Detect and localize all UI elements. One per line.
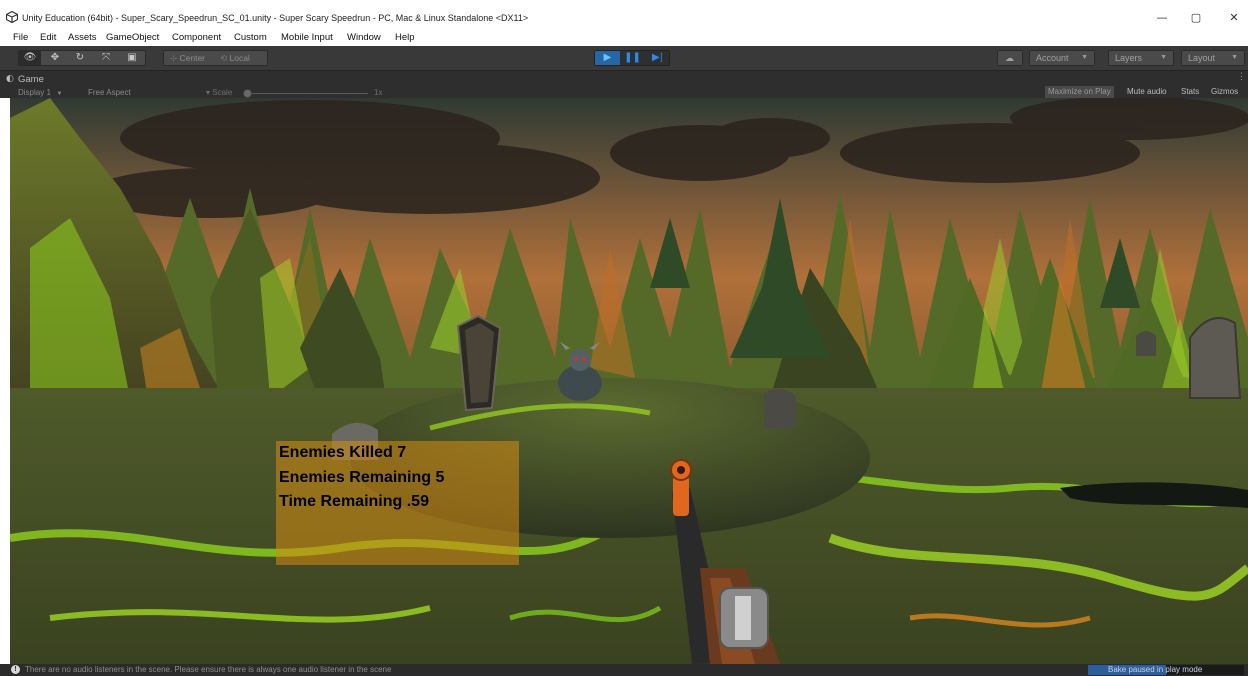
- menu-assets[interactable]: Assets: [68, 32, 97, 44]
- chevron-down-icon: ▼: [53, 91, 63, 97]
- main-toolbar: 👁 ✥ ↻ ⤧ ▣ ⊹ Center ⟲ Local ▶ ❚❚ ▶| ☁ Acc…: [0, 46, 1248, 71]
- cloud-icon: ☁: [1005, 53, 1014, 63]
- view-tool-icon[interactable]: 👁: [19, 51, 41, 65]
- stats-toggle[interactable]: Stats: [1181, 86, 1199, 98]
- close-button[interactable]: ✕: [1224, 10, 1244, 26]
- gizmos-dropdown[interactable]: Gizmos: [1211, 86, 1238, 98]
- console-message[interactable]: There are no audio listeners in the scen…: [25, 665, 391, 674]
- info-icon: !: [11, 665, 20, 674]
- cloud-button[interactable]: ☁: [997, 50, 1023, 66]
- bake-progress[interactable]: Bake paused in play mode: [1088, 665, 1244, 675]
- window-title: Unity Education (64bit) - Super_Scary_Sp…: [22, 13, 529, 23]
- status-bar: ! There are no audio listeners in the sc…: [0, 664, 1248, 676]
- unity-logo-icon: [6, 11, 18, 23]
- minimize-button[interactable]: —: [1152, 10, 1172, 26]
- aspect-label: Free Aspect: [88, 88, 131, 97]
- pivot-center-toggle[interactable]: ⊹ Center: [170, 51, 205, 65]
- game-scene: [10, 98, 1248, 664]
- maximize-on-play-toggle[interactable]: Maximize on Play: [1045, 86, 1114, 98]
- account-dropdown[interactable]: Account ▼: [1029, 50, 1095, 66]
- layout-dropdown[interactable]: Layout ▼: [1181, 50, 1245, 66]
- menu-edit[interactable]: Edit: [40, 32, 56, 44]
- menu-gameobject[interactable]: GameObject: [106, 32, 159, 44]
- pivot-local-toggle[interactable]: ⟲ Local: [220, 51, 250, 65]
- window-titlebar: Unity Education (64bit) - Super_Scary_Sp…: [0, 0, 1248, 32]
- layers-label: Layers: [1115, 53, 1143, 63]
- game-tab-icon: ◐: [6, 74, 14, 84]
- pivot-toggles: ⊹ Center ⟲ Local: [163, 50, 268, 66]
- pivot-local-label: Local: [229, 53, 250, 63]
- menu-bar: File Edit Assets GameObject Component Cu…: [0, 32, 1248, 46]
- chevron-down-icon: ▼: [1081, 54, 1088, 61]
- scale-slider-track[interactable]: [252, 93, 368, 94]
- scale-slider-handle[interactable]: [243, 89, 252, 98]
- menu-mobile-input[interactable]: Mobile Input: [281, 32, 333, 44]
- rect-tool-icon[interactable]: ▣: [121, 51, 143, 65]
- coffin: [456, 314, 502, 412]
- step-button-icon[interactable]: ▶|: [645, 51, 670, 65]
- scale-label-group: ▾ Scale: [206, 88, 232, 98]
- enemies-remaining-text: Enemies Remaining 5: [279, 469, 445, 486]
- chevron-down-icon: ▼: [1160, 54, 1167, 61]
- play-button-icon[interactable]: ▶: [595, 51, 620, 65]
- pivot-icon: ⊹: [170, 53, 178, 63]
- time-remaining-text: Time Remaining .59: [279, 493, 429, 510]
- scale-label: Scale: [212, 88, 233, 97]
- display-label: Display 1: [18, 88, 51, 97]
- layers-dropdown[interactable]: Layers ▼: [1108, 50, 1174, 66]
- maximize-button[interactable]: ▢: [1186, 10, 1206, 26]
- menu-file[interactable]: File: [13, 32, 28, 44]
- tab-options-icon[interactable]: ⋮: [1237, 71, 1246, 82]
- mute-audio-toggle[interactable]: Mute audio: [1127, 86, 1167, 98]
- scale-value: 1x: [374, 88, 383, 97]
- account-label: Account: [1036, 53, 1069, 63]
- pivot-center-label: Center: [179, 53, 206, 63]
- game-viewport[interactable]: [10, 98, 1248, 664]
- enemies-killed-text: Enemies Killed 7: [279, 444, 407, 461]
- rotate-tool-icon[interactable]: ↻: [69, 51, 91, 65]
- hud-panel: Enemies Killed 7 Enemies Remaining 5 Tim…: [276, 441, 519, 565]
- transform-tools: 👁 ✥ ↻ ⤧ ▣: [18, 50, 146, 66]
- menu-help[interactable]: Help: [395, 32, 415, 44]
- tab-game[interactable]: Game: [18, 74, 44, 85]
- menu-window[interactable]: Window: [347, 32, 381, 44]
- bake-status-text: Bake paused in play mode: [1108, 665, 1203, 674]
- scale-tool-icon[interactable]: ⤧: [95, 51, 117, 65]
- layout-label: Layout: [1188, 53, 1216, 63]
- menu-component[interactable]: Component: [172, 32, 221, 44]
- chevron-down-icon: ▼: [1231, 54, 1238, 61]
- pause-button-icon[interactable]: ❚❚: [620, 51, 645, 65]
- move-tool-icon[interactable]: ✥: [44, 51, 66, 65]
- menu-custom[interactable]: Custom: [234, 32, 267, 44]
- local-rotation-icon: ⟲: [220, 53, 228, 63]
- playback-controls: ▶ ❚❚ ▶|: [594, 50, 670, 66]
- aspect-dropdown[interactable]: Free Aspect: [88, 88, 131, 98]
